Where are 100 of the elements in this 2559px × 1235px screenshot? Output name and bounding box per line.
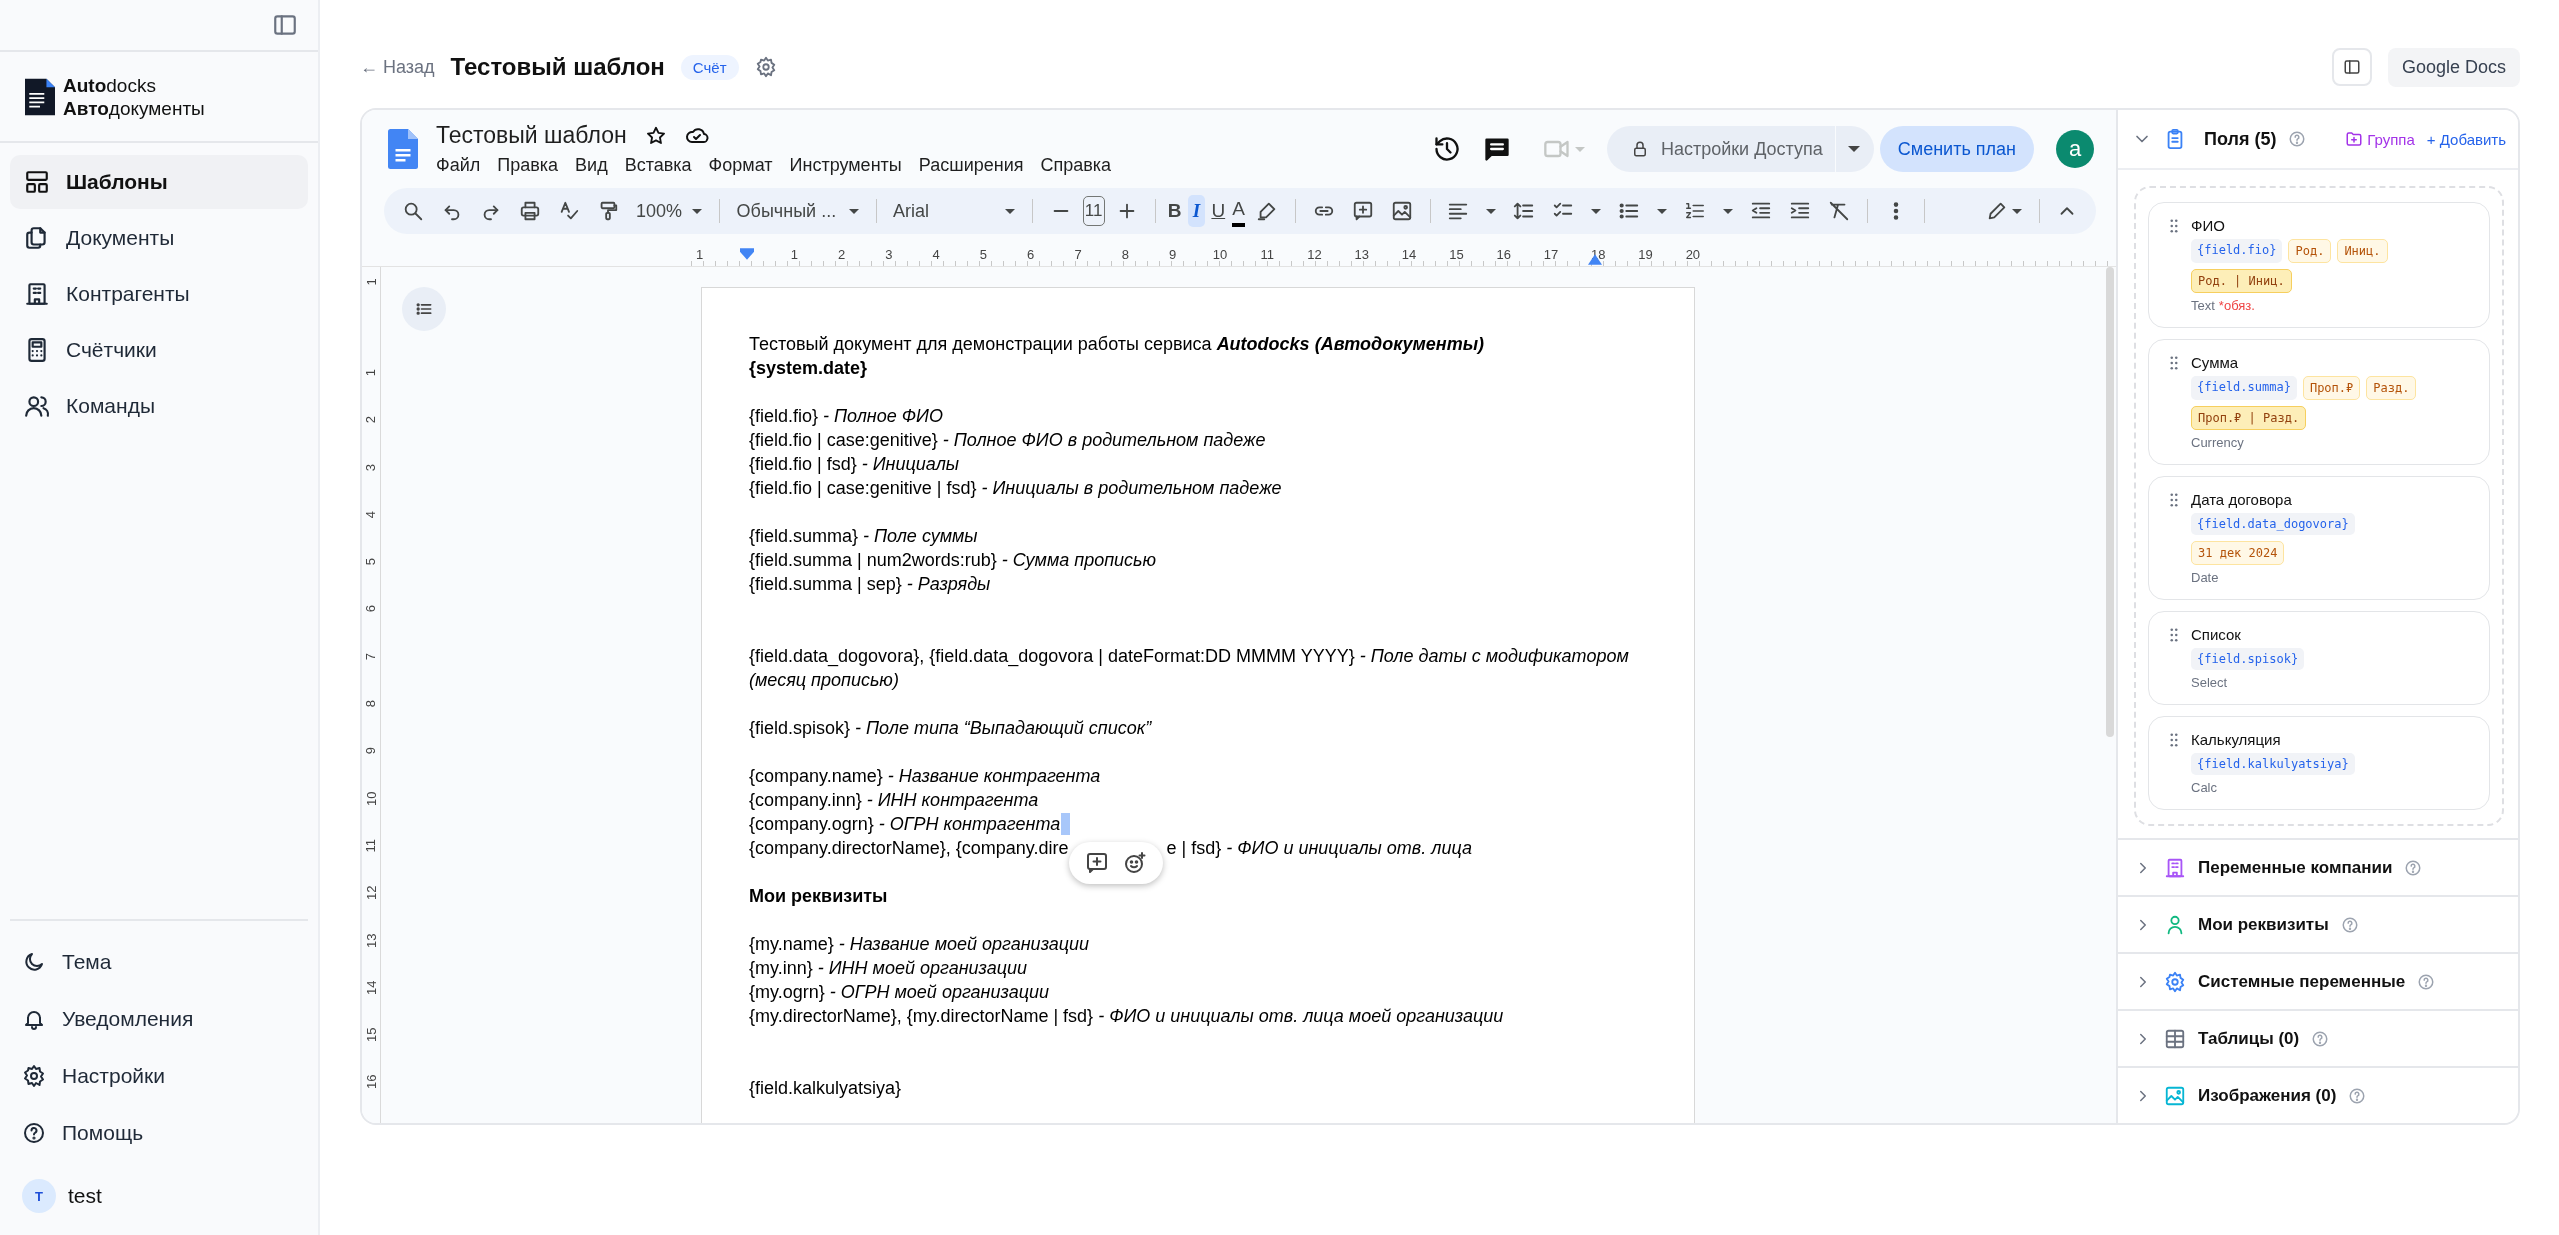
modifier-tag[interactable]: Род. xyxy=(2288,239,2332,263)
text-line: {company.directorName}, {company.dire xyxy=(749,837,1069,860)
add-emoji-icon[interactable] xyxy=(1122,851,1147,875)
help-icon xyxy=(2404,858,2423,877)
ruler-number: 3 xyxy=(362,463,380,471)
sidebar-toggle-icon[interactable] xyxy=(272,12,298,38)
print-icon[interactable] xyxy=(519,200,541,222)
modifier-tag[interactable]: Проп.₽ | Разд. xyxy=(2191,406,2307,430)
star-icon[interactable] xyxy=(644,124,667,147)
field-card[interactable]: ФИО {field.fio} Род. Иниц. Род. | Иниц. Text *обяз. xyxy=(2148,202,2490,328)
menu-item[interactable]: Правка xyxy=(497,155,559,176)
field-code-tag[interactable]: {field.kalkulyatsiya} xyxy=(2191,753,2355,775)
outline-button[interactable] xyxy=(402,287,446,331)
panel-toggle-button[interactable] xyxy=(2331,48,2372,86)
menu-item[interactable]: Тема xyxy=(22,941,296,983)
add-comment-icon[interactable] xyxy=(1351,200,1374,222)
bulleted-list-icon[interactable] xyxy=(1618,200,1641,222)
underline-button[interactable]: U xyxy=(1209,195,1227,227)
ruler-number: 13 xyxy=(362,933,380,948)
section-header[interactable]: Мои реквизиты xyxy=(2118,895,2518,952)
spellcheck-icon[interactable] xyxy=(558,200,580,222)
change-plan-button[interactable]: Сменить план xyxy=(1879,126,2034,172)
section-header[interactable]: Таблицы (0) xyxy=(2118,1009,2518,1066)
text-line: {system.date} xyxy=(749,357,869,380)
nav-item[interactable]: Контрагенты xyxy=(10,267,308,321)
section-header[interactable]: Переменные компании xyxy=(2118,838,2518,895)
caret-icon[interactable] xyxy=(2011,208,2022,214)
menu-item[interactable]: Уведомления xyxy=(22,998,296,1040)
settings-icon xyxy=(22,1064,46,1088)
field-code-tag[interactable]: {field.summa} xyxy=(2191,376,2297,400)
settings-icon[interactable] xyxy=(754,56,777,78)
menu-item[interactable]: Справка xyxy=(1040,155,1112,176)
caret-icon[interactable] xyxy=(1657,208,1668,214)
nav-item[interactable]: Счётчики xyxy=(10,323,308,377)
zoom-dropdown[interactable]: 100% xyxy=(636,200,703,222)
document-icon[interactable] xyxy=(388,129,418,169)
user-avatar[interactable]: a xyxy=(2056,130,2094,168)
ruler-number: 1 xyxy=(362,278,380,286)
document-title[interactable]: Тестовый шаблон xyxy=(436,122,627,149)
back-link[interactable]: ← Назад xyxy=(360,56,435,78)
ruler-number: 11 xyxy=(362,838,380,853)
menu-item[interactable]: Вставка xyxy=(624,155,692,176)
line-spacing-icon[interactable] xyxy=(1513,200,1536,222)
text-color-button[interactable]: A xyxy=(1231,195,1246,227)
caret-icon[interactable] xyxy=(1591,208,1602,214)
bold-button[interactable]: B xyxy=(1166,195,1183,227)
menu-item[interactable]: Файл xyxy=(436,155,481,176)
indent-marker-icon[interactable] xyxy=(739,248,754,260)
nav-item[interactable]: Команды xyxy=(10,379,308,433)
field-type: Calc xyxy=(2191,780,2217,795)
section-title[interactable]: Поля (5) xyxy=(2204,128,2277,150)
help-icon xyxy=(2288,130,2307,148)
modifier-tag[interactable]: Проп.₽ xyxy=(2302,376,2361,400)
group-button[interactable]: Группа xyxy=(2345,130,2415,148)
scrollbar[interactable] xyxy=(2106,267,2114,737)
menu-item[interactable]: Инструменты xyxy=(789,155,902,176)
text-line: {my.directorName}, {my.directorName | fsd} - ФИО и инициалы отв. лица моей организации xyxy=(749,1005,1505,1028)
caret-icon[interactable] xyxy=(1723,208,1734,214)
nav-item[interactable]: Шаблоны xyxy=(10,155,308,209)
field-card[interactable]: Дата договора {field.data_dogovora} 31 дек 2024 Date xyxy=(2148,476,2490,600)
font-size-field[interactable]: 11 xyxy=(1082,196,1105,226)
field-code-tag[interactable]: {field.spisok} xyxy=(2191,648,2305,670)
user-avatar[interactable]: T xyxy=(22,1179,56,1213)
font-dropdown[interactable]: Arial xyxy=(893,200,1016,222)
menu-item[interactable]: Помощь xyxy=(22,1112,296,1154)
search-icon[interactable] xyxy=(402,200,424,222)
nav-item[interactable]: Документы xyxy=(10,211,308,265)
text-line: {company.ogrn} - ОГРН контрагента xyxy=(749,813,1061,836)
ruler-number: 3 xyxy=(884,246,894,262)
add-comment-icon[interactable] xyxy=(1084,851,1109,875)
ruler-number: 2 xyxy=(836,246,847,262)
field-card[interactable]: Сумма {field.summa} Проп.₽ Разд. Проп.₽ | Разд. Currency xyxy=(2148,339,2490,465)
section-header[interactable]: Изображения (0) xyxy=(2118,1066,2518,1123)
menu-item[interactable]: Расширения xyxy=(918,155,1024,176)
history-icon[interactable] xyxy=(1432,135,1461,163)
italic-button[interactable]: I xyxy=(1188,195,1205,227)
text-line: {field.summa} - Поле суммы xyxy=(749,525,979,548)
modifier-tag[interactable]: Род. | Иниц. xyxy=(2191,269,2292,293)
add-button[interactable]: + Добавить xyxy=(2426,130,2506,148)
modifier-tag[interactable]: Иниц. xyxy=(2337,239,2388,263)
field-code-tag[interactable]: {field.data_dogovora} xyxy=(2191,513,2355,535)
modifier-tag[interactable]: 31 дек 2024 xyxy=(2191,541,2285,565)
share-button[interactable]: Настройки Доступа xyxy=(1606,126,1874,172)
section-header[interactable]: Системные переменные xyxy=(2118,952,2518,1009)
text-line: {field.fio} - Полное ФИО xyxy=(749,405,944,428)
field-card[interactable]: Список {field.spisok} Select xyxy=(2148,611,2490,705)
style-dropdown[interactable]: Обычный ... xyxy=(736,200,859,222)
image-icon xyxy=(2164,1084,2186,1107)
caret-icon[interactable] xyxy=(1486,208,1497,214)
google-docs-button[interactable]: Google Docs xyxy=(2387,47,2520,87)
menu-item[interactable]: Настройки xyxy=(22,1055,296,1097)
field-card[interactable]: Калькуляция {field.kalkulyatsiya} Calc xyxy=(2148,716,2490,810)
menu-item[interactable]: Формат xyxy=(708,155,773,176)
modifier-tag[interactable]: Разд. xyxy=(2366,376,2417,400)
brand-name: Autodocks xyxy=(63,73,157,97)
clear-formatting-icon[interactable] xyxy=(1828,200,1851,222)
image-icon[interactable] xyxy=(1390,200,1413,222)
menu-item[interactable]: Вид xyxy=(575,155,608,176)
field-name: Дата договора xyxy=(2191,491,2293,508)
field-code-tag[interactable]: {field.fio} xyxy=(2191,239,2283,263)
